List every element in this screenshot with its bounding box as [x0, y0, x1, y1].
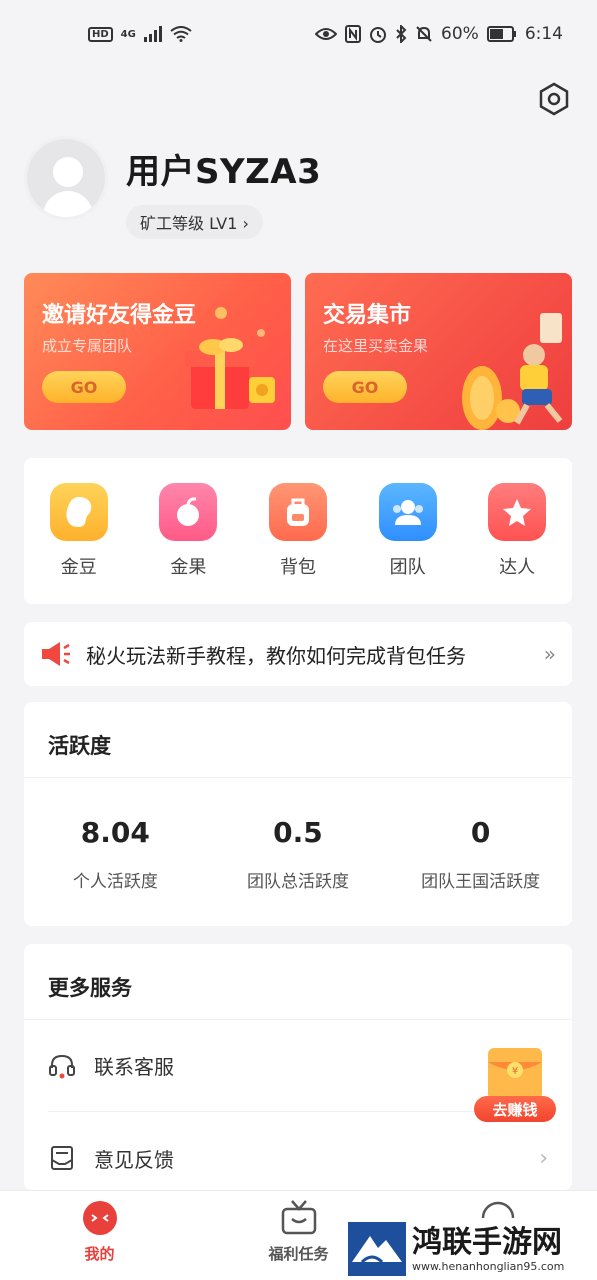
feedback-icon	[51, 1146, 73, 1170]
watermark-logo-icon	[348, 1222, 406, 1276]
status-left: HD 4G	[88, 26, 192, 42]
clock: 6:14	[524, 24, 563, 44]
watermark-title: 鸿联手游网	[412, 1224, 562, 1260]
services-title: 更多服务	[24, 944, 572, 1020]
tab-label: 福利任务	[268, 1245, 329, 1263]
trading-market-banner[interactable]: 交易集市 在这里买卖金果 GO	[305, 273, 572, 430]
earn-money-label: 去赚钱	[474, 1096, 556, 1122]
signal-icon	[143, 26, 162, 42]
wifi-icon	[170, 26, 192, 42]
bean-icon	[49, 483, 108, 541]
shortcut-team[interactable]: 团队	[363, 483, 453, 579]
stat-personal: 8.04 个人活跃度	[30, 816, 200, 892]
activity-title: 活跃度	[24, 702, 572, 778]
tab-label: 我的	[84, 1245, 115, 1263]
team-icon	[378, 483, 437, 541]
watermark-url: www.henanhonglian95.com	[412, 1259, 565, 1273]
username: 用户SYZA3	[126, 152, 322, 192]
shortcut-label: 金豆	[60, 557, 97, 578]
shortcut-backpack[interactable]: 背包	[253, 483, 343, 579]
profile-info: 用户SYZA3 矿工等级 LV1 ›	[126, 136, 321, 239]
network-label: 4G	[120, 28, 136, 40]
headset-icon	[49, 1054, 75, 1078]
invite-go-button[interactable]: GO	[42, 371, 126, 403]
promo-subtitle: 成立专属团队	[42, 337, 133, 355]
profile-header: 用户SYZA3 矿工等级 LV1 ›	[24, 136, 321, 239]
stat-label: 团队总活跃度	[246, 872, 349, 892]
stat-label: 个人活跃度	[72, 872, 158, 892]
mine-tab-icon	[82, 1201, 117, 1235]
settings-icon[interactable]	[537, 82, 571, 116]
notice-bar[interactable]: 秘火玩法新手教程，教你如何完成背包任务 »	[24, 622, 572, 686]
level-badge[interactable]: 矿工等级 LV1 ›	[126, 205, 263, 239]
backpack-icon	[268, 483, 327, 541]
promo-subtitle: 在这里买卖金果	[323, 337, 429, 355]
notice-text: 秘火玩法新手教程，教你如何完成背包任务	[86, 643, 466, 668]
shortcut-expert[interactable]: 达人	[472, 483, 562, 579]
battery-icon	[486, 26, 516, 42]
stat-label: 团队王国活跃度	[421, 872, 541, 892]
coin-runner-icon	[462, 313, 563, 430]
red-envelope-icon: ¥	[488, 1048, 542, 1100]
stat-value: 8.04	[80, 816, 150, 849]
fruit-icon	[159, 483, 218, 541]
star-icon	[488, 483, 547, 541]
activity-stats: 8.04 个人活跃度 0.5 团队总活跃度 0 团队王国活跃度	[24, 778, 572, 892]
mute-icon	[416, 26, 432, 42]
shortcut-golden-fruit[interactable]: 金果	[143, 483, 233, 579]
shortcut-label: 金果	[170, 557, 207, 578]
watermark-text: 鸿联手游网 www.henanhonglian95.com	[412, 1224, 565, 1273]
chevron-right-icon: ›	[539, 1145, 548, 1171]
promo-title: 邀请好友得金豆	[42, 303, 197, 328]
stat-value: 0.5	[273, 816, 323, 849]
shortcut-label: 团队	[389, 557, 426, 578]
shortcut-label: 背包	[279, 557, 316, 578]
invite-friends-banner[interactable]: 邀请好友得金豆 成立专属团队 GO	[24, 273, 291, 430]
activity-card: 活跃度 8.04 个人活跃度 0.5 团队总活跃度 0 团队王国活跃度	[24, 702, 572, 926]
avatar[interactable]	[24, 136, 108, 220]
status-bar: HD 4G 60% 6:14	[0, 0, 597, 68]
nfc-icon	[345, 25, 362, 43]
stat-team-kingdom: 0 团队王国活跃度	[396, 816, 566, 892]
megaphone-icon	[42, 642, 70, 666]
eye-icon	[315, 28, 338, 40]
stat-value: 0	[470, 816, 491, 849]
shortcut-golden-bean[interactable]: 金豆	[34, 483, 124, 579]
shortcut-grid: 金豆 金果 背包 团队 达人	[24, 458, 572, 604]
watermark: 鸿联手游网 www.henanhonglian95.com	[348, 1218, 597, 1280]
battery-percent: 60%	[441, 24, 479, 44]
svg-text:¥: ¥	[512, 1066, 518, 1077]
service-label: 意见反馈	[94, 1147, 174, 1172]
status-right: 60% 6:14	[315, 24, 563, 44]
alarm-icon	[370, 27, 387, 43]
tv-gift-icon	[281, 1200, 316, 1235]
bluetooth-icon	[396, 25, 407, 43]
hd-badge: HD	[88, 26, 113, 42]
market-go-button[interactable]: GO	[323, 371, 407, 403]
notice-arrow: »	[543, 642, 556, 666]
stat-team-total: 0.5 团队总活跃度	[213, 816, 383, 892]
shortcut-label: 达人	[499, 557, 536, 578]
earn-money-float-button[interactable]: ¥ 去赚钱	[470, 1044, 560, 1128]
promo-title: 交易集市	[323, 303, 412, 328]
tab-mine[interactable]: 我的	[0, 1191, 199, 1280]
